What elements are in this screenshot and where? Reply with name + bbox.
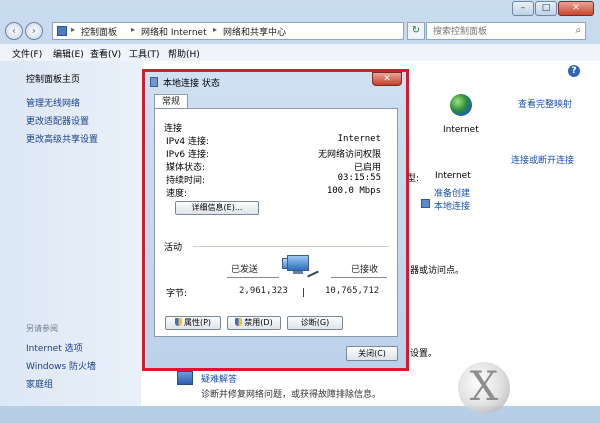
connection-heading: 连接 xyxy=(164,124,183,134)
internet-label: Internet xyxy=(443,125,479,135)
monitor-icon xyxy=(287,255,309,271)
menu-edit[interactable]: 编辑(E) xyxy=(53,47,84,60)
search-box[interactable]: ⌕ xyxy=(426,22,586,40)
received-line xyxy=(331,277,387,278)
uac-shield-icon xyxy=(235,318,243,326)
internet-globe-icon xyxy=(450,94,472,116)
tab-general[interactable]: 常规 xyxy=(154,94,188,109)
watermark-logo: X xyxy=(458,362,510,414)
navigation-bar: ‹ › ▸ 控制面板 ▸ 网络和 Internet ▸ 网络和共享中心 ↻ ⌕ xyxy=(0,19,600,43)
address-bar[interactable]: ▸ 控制面板 ▸ 网络和 Internet ▸ 网络和共享中心 xyxy=(52,22,404,40)
back-button[interactable]: ‹ xyxy=(5,22,23,40)
media-state-label: 媒体状态: xyxy=(166,163,206,173)
menu-help[interactable]: 帮助(H) xyxy=(168,47,200,60)
local-connection-link[interactable]: 本地连接 xyxy=(434,199,470,212)
dialog-title: 本地连接 状态 xyxy=(163,79,220,89)
sidebar-item-firewall[interactable]: Windows 防火墙 xyxy=(26,359,96,372)
activity-divider xyxy=(193,246,389,247)
duration-label: 持续时间: xyxy=(166,176,206,186)
sidebar-item-adapter[interactable]: 更改适配器设置 xyxy=(26,114,89,127)
control-panel-icon xyxy=(57,26,67,36)
close-button[interactable]: ✕ xyxy=(558,1,594,16)
general-panel: 连接 IPv4 连接: Internet IPv6 连接: 无网络访问权限 媒体… xyxy=(154,108,398,337)
network-adapter-icon xyxy=(421,199,430,208)
help-icon[interactable]: ? xyxy=(568,65,580,77)
bytes-label: 字节: xyxy=(166,289,188,299)
diagnose-button[interactable]: 诊断(G) xyxy=(287,316,343,330)
connect-disconnect-link[interactable]: 连接或断开连接 xyxy=(511,153,574,166)
sidebar-item-advanced-sharing[interactable]: 更改高级共享设置 xyxy=(26,132,98,145)
link-indicator xyxy=(303,288,304,297)
activity-heading: 活动 xyxy=(164,243,183,253)
forward-button[interactable]: › xyxy=(25,22,43,40)
breadcrumb-sharing-center[interactable]: 网络和共享中心 xyxy=(223,25,286,38)
title-bar: – □ ✕ xyxy=(0,0,600,20)
speed-value: 100.0 Mbps xyxy=(326,186,381,196)
sidebar-item-wireless[interactable]: 管理无线网络 xyxy=(26,96,80,109)
connection-status-dialog: 本地连接 状态 ✕ 常规 连接 IPv4 连接: Internet IPv6 连… xyxy=(146,72,406,368)
minimize-button[interactable]: – xyxy=(512,1,534,16)
network-icon xyxy=(150,77,158,87)
duration-value: 03:15:55 xyxy=(337,173,381,183)
sent-line xyxy=(227,277,279,278)
dialog-close-button[interactable]: ✕ xyxy=(372,72,402,86)
bytes-received-value: 10,765,712 xyxy=(325,286,380,296)
menu-view[interactable]: 查看(V) xyxy=(90,47,121,60)
sent-label: 已发送 xyxy=(231,265,259,275)
settings-text-fragment: 设置。 xyxy=(410,349,438,359)
router-text-fragment: 器或访问点。 xyxy=(410,266,465,276)
troubleshoot-description: 诊断并修复网络问题，或获得故障排除信息。 xyxy=(201,390,382,400)
ipv6-label: IPv6 连接: xyxy=(166,150,210,160)
ipv6-value: 无网络访问权限 xyxy=(317,150,381,160)
access-type-value: Internet xyxy=(435,171,471,181)
received-label: 已接收 xyxy=(351,265,379,275)
network-cable-icon xyxy=(307,270,319,278)
properties-button-label: 属性(P) xyxy=(183,318,212,327)
view-full-map-link[interactable]: 查看完整映射 xyxy=(518,97,572,110)
ipv4-value: Internet xyxy=(337,134,381,144)
monitor-stand xyxy=(293,271,303,274)
menu-file[interactable]: 文件(F) xyxy=(12,47,42,60)
media-state-value: 已启用 xyxy=(353,163,381,173)
sidebar-item-internet-options[interactable]: Internet 选项 xyxy=(26,341,83,354)
menu-bar: 文件(F) 编辑(E) 查看(V) 工具(T) 帮助(H) xyxy=(0,44,600,62)
breadcrumb-separator: ▸ xyxy=(131,25,136,34)
search-input[interactable] xyxy=(431,24,565,40)
disable-button-label: 禁用(D) xyxy=(244,318,273,327)
breadcrumb-control-panel[interactable]: 控制面板 xyxy=(81,25,117,38)
bytes-sent-value: 2,961,323 xyxy=(239,286,288,296)
homegroup-link[interactable]: 准备创建 xyxy=(434,186,470,199)
troubleshoot-link[interactable]: 疑难解答 xyxy=(201,372,237,385)
sidebar-item-homegroup[interactable]: 家庭组 xyxy=(26,377,53,390)
refresh-button[interactable]: ↻ xyxy=(407,22,425,40)
speed-label: 速度: xyxy=(166,189,188,199)
maximize-button[interactable]: □ xyxy=(535,1,557,16)
properties-button[interactable]: 属性(P) xyxy=(165,316,221,330)
ipv4-label: IPv4 连接: xyxy=(166,137,210,147)
see-also-heading: 另请参阅 xyxy=(26,324,58,333)
breadcrumb-network-internet[interactable]: 网络和 Internet xyxy=(141,25,207,38)
breadcrumb-separator: ▸ xyxy=(213,25,218,34)
disable-button[interactable]: 禁用(D) xyxy=(227,316,281,330)
left-pane: 控制面板主页 管理无线网络 更改适配器设置 更改高级共享设置 另请参阅 Inte… xyxy=(0,61,141,406)
uac-shield-icon xyxy=(174,318,182,326)
close-dialog-button[interactable]: 关闭(C) xyxy=(346,346,398,361)
details-button[interactable]: 详细信息(E)... xyxy=(175,201,259,215)
troubleshoot-icon xyxy=(177,371,193,385)
search-icon[interactable]: ⌕ xyxy=(575,25,581,36)
menu-tools[interactable]: 工具(T) xyxy=(129,47,160,60)
sidebar-item-home[interactable]: 控制面板主页 xyxy=(26,72,80,85)
breadcrumb-separator: ▸ xyxy=(71,25,76,34)
